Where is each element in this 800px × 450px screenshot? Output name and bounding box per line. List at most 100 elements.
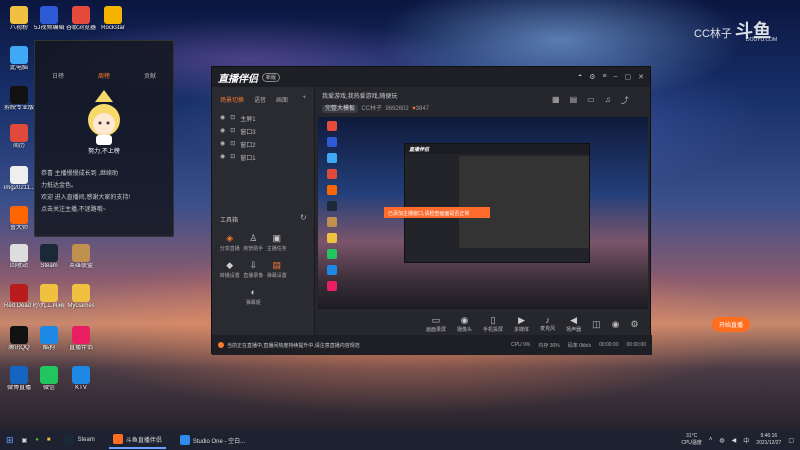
- gear-icon[interactable]: ⚙: [630, 319, 638, 330]
- grid-icon[interactable]: ▤: [570, 95, 578, 106]
- source-item[interactable]: ◉ ⊡ 窗口2: [212, 138, 314, 151]
- tool-item[interactable]: ♙ 房管助手: [242, 231, 266, 252]
- desktop-icon[interactable]: 微信: [34, 366, 64, 392]
- desktop-icon[interactable]: Steam: [34, 244, 64, 270]
- desktop-icon[interactable]: Red Dead Redempti...: [4, 284, 34, 310]
- desktop-icon[interactable]: MyGames: [66, 284, 96, 310]
- capture-icon: ♪: [545, 315, 550, 325]
- chat-tab-1[interactable]: 周榜: [98, 71, 110, 80]
- desktop-icon-label: 谷歌浏览器: [66, 25, 96, 31]
- chat-tab-0[interactable]: 日榜: [52, 71, 64, 80]
- capture-button[interactable]: ▶ 多媒体: [514, 315, 529, 333]
- version-badge[interactable]: 新版: [262, 72, 281, 82]
- source-tab-2[interactable]: 画面: [276, 95, 288, 104]
- menu-icon[interactable]: ≡: [603, 73, 607, 81]
- add-scene-icon[interactable]: +: [302, 95, 306, 104]
- chat-overlay-panel: 日榜 周榜 贡献 努力,不上榜 恭喜 主播慢慢成长到 ,继续助 力抵达金色。 欢迎 …: [34, 40, 174, 237]
- share-icon[interactable]: ⤴: [621, 95, 629, 106]
- chat-tab-2[interactable]: 贡献: [144, 71, 156, 80]
- notification-icon[interactable]: ▢: [788, 437, 794, 444]
- source-item[interactable]: ◉ ⊡ 窗口3: [212, 125, 314, 138]
- tool-item[interactable]: ◈ 分享直播: [218, 231, 242, 252]
- source-item[interactable]: ◉ ⊡ 窗口1: [212, 151, 314, 164]
- desktop-icon[interactable]: 简历: [4, 124, 34, 150]
- screen-icon[interactable]: ▭: [587, 95, 595, 106]
- weather[interactable]: 31°C CPU温度: [681, 433, 702, 447]
- eye-icon[interactable]: ◉: [220, 140, 225, 149]
- tool-item[interactable]: ▣ 主播任务: [265, 231, 289, 252]
- tool-label: 分享直播: [219, 246, 240, 252]
- minimize-icon[interactable]: –: [614, 73, 618, 81]
- taskbar-item[interactable]: Studio One - 空白...: [176, 431, 249, 449]
- app-icon: [72, 366, 90, 384]
- capture-button[interactable]: ▯ 手机投屏: [483, 315, 503, 333]
- volume-icon[interactable]: ◀: [732, 437, 737, 444]
- desktop-icon-label: 酷狗: [42, 345, 55, 351]
- maximize-icon[interactable]: ▢: [625, 73, 632, 81]
- capture-button[interactable]: ♪ 麦克风: [540, 315, 555, 333]
- eye-icon[interactable]: ◉: [220, 127, 225, 136]
- desktop-icon[interactable]: KTV: [66, 366, 96, 392]
- lock-icon[interactable]: ⊡: [230, 140, 235, 149]
- bell-icon[interactable]: ♫: [605, 95, 611, 106]
- desktop-icon[interactable]: 回收站: [4, 244, 34, 270]
- clock[interactable]: 9:46:16 2021/12/27: [756, 433, 781, 447]
- source-tab-0[interactable]: 场景切换: [220, 95, 244, 104]
- tool-item: [289, 258, 313, 279]
- explorer-icon[interactable]: ■: [47, 437, 51, 443]
- eye-icon[interactable]: ◉: [612, 319, 620, 330]
- lock-icon[interactable]: ⊡: [230, 153, 235, 162]
- window-controls: ◓ ⚙ ≡ – ▢ ✕: [578, 73, 644, 81]
- taskbar-item[interactable]: Steam: [60, 431, 98, 449]
- layout-icon[interactable]: ▦: [552, 95, 560, 106]
- app-green-icon[interactable]: ●: [35, 437, 39, 443]
- taskview-icon[interactable]: ▣: [22, 437, 28, 444]
- tool-item[interactable]: ◆ 转播设置: [218, 258, 242, 279]
- lock-icon[interactable]: ⊡: [230, 114, 235, 123]
- desktop-icon[interactable]: 小丸工具箱: [34, 284, 64, 310]
- desktop-icon[interactable]: 此电脑: [4, 46, 34, 72]
- lock-icon[interactable]: ⊡: [230, 127, 235, 136]
- settings-icon[interactable]: ⚙: [589, 73, 595, 81]
- ime-icon[interactable]: 中: [743, 436, 749, 445]
- camera-icon[interactable]: ◫: [592, 319, 601, 330]
- skin-icon[interactable]: ◓: [578, 73, 582, 81]
- desktop-icon[interactable]: 谷歌浏览器: [66, 6, 96, 32]
- taskbar-item[interactable]: 斗鱼直播伴侣: [108, 431, 166, 449]
- tool-label: 弹幕姬: [245, 300, 261, 306]
- eye-icon[interactable]: ◉: [220, 114, 225, 123]
- desktop-icon[interactable]: 酷狗: [34, 326, 64, 352]
- desktop-icon[interactable]: 剪映专业版: [4, 86, 34, 112]
- windows-start-icon[interactable]: ⊞: [6, 435, 14, 446]
- close-icon[interactable]: ✕: [638, 73, 644, 81]
- capture-button[interactable]: ▭ 画面录屏: [426, 315, 446, 333]
- desktop-icon[interactable]: 英雄联盟: [66, 244, 96, 270]
- go-live-button[interactable]: 开始直播: [711, 316, 750, 332]
- notice-toast[interactable]: 已添加主播窗口,请检查画面是否正常: [384, 207, 490, 218]
- desktop-icon[interactable]: 5J视频编辑: [34, 6, 64, 32]
- app-icon: [10, 124, 28, 142]
- stream-preview[interactable]: 直播伴侣 已添加主播窗口,请检查画面是否正常: [318, 117, 648, 309]
- desktop-icon[interactable]: Rockstar: [98, 6, 128, 32]
- capture-button[interactable]: ◉ 摄像头: [457, 315, 472, 333]
- tool-item[interactable]: ▤ 弹幕设置: [265, 258, 289, 279]
- eye-icon[interactable]: ◉: [220, 153, 225, 162]
- desktop-icon[interactable]: img20211...: [4, 166, 34, 192]
- tool-item[interactable]: ⇩ 直播录像: [242, 258, 266, 279]
- desktop-icon[interactable]: 腾讯QQ: [4, 326, 34, 352]
- desktop-icon[interactable]: 微博直播: [4, 366, 34, 392]
- tool-item[interactable]: ◐ 弹幕姬: [242, 285, 266, 306]
- template-chip[interactable]: 完整大模板: [322, 105, 359, 113]
- desktop-icon-label: img20211...: [4, 185, 34, 191]
- desktop-icon[interactable]: 鲁大师: [4, 206, 34, 232]
- desktop-icon[interactable]: 直播伴侣: [66, 326, 96, 352]
- network-icon[interactable]: ◍: [719, 437, 724, 444]
- desktop-icon-label: 剪映专业版: [4, 105, 34, 111]
- capture-button[interactable]: ◀ 扬声器: [566, 315, 581, 333]
- source-tab-1[interactable]: 语音: [254, 95, 266, 104]
- mini-icon: [327, 169, 337, 179]
- chevron-up-icon[interactable]: ˄: [709, 437, 713, 443]
- source-item[interactable]: ◉ ⊡ 主屏1: [212, 112, 314, 125]
- desktop-icon[interactable]: 八视粉: [4, 6, 34, 32]
- refresh-icon[interactable]: ↻: [300, 213, 307, 222]
